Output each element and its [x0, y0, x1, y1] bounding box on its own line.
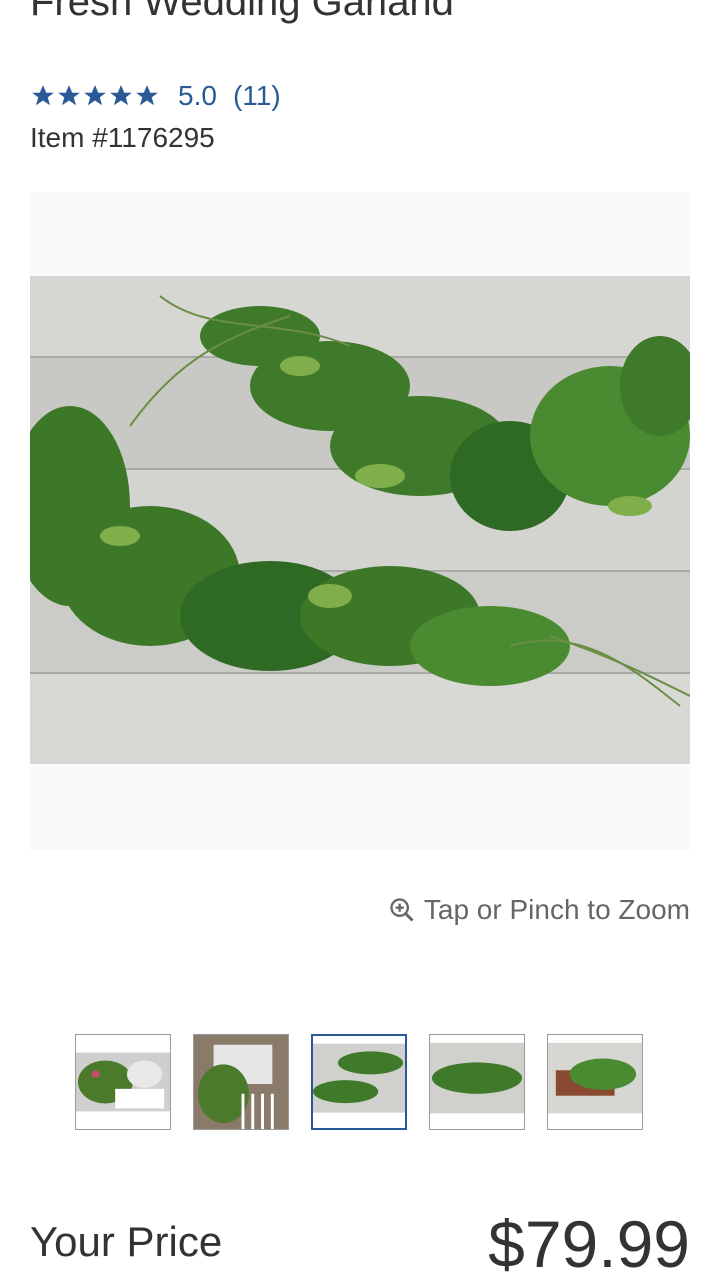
price-value: $79.99	[488, 1207, 690, 1281]
thumbnail-2[interactable]	[193, 1034, 289, 1130]
zoom-hint: Tap or Pinch to Zoom	[388, 890, 690, 930]
thumbnail-5[interactable]	[547, 1034, 643, 1130]
thumbnail-strip	[75, 1034, 643, 1130]
review-count-link[interactable]: (11)	[233, 80, 281, 112]
zoom-hint-text: Tap or Pinch to Zoom	[423, 894, 690, 925]
rating-stars	[30, 83, 160, 109]
rating-row[interactable]: 5.0 (11)	[30, 76, 281, 116]
price-label: Your Price	[30, 1218, 223, 1265]
item-number: Item #1176295	[30, 122, 215, 153]
thumbnail-image	[313, 1036, 405, 1128]
thumbnail-3[interactable]	[311, 1034, 407, 1130]
product-title: Fresh Wedding Garland	[30, 0, 454, 24]
star-icon	[58, 85, 80, 106]
thumbnail-image	[548, 1035, 642, 1129]
star-icon	[110, 85, 132, 106]
thumbnail-image	[430, 1035, 524, 1129]
star-icon	[136, 85, 158, 106]
garland-photo	[30, 276, 690, 764]
thumbnail-image	[76, 1035, 170, 1129]
star-icon	[84, 85, 106, 106]
rating-value: 5.0	[178, 80, 217, 111]
thumbnail-image	[194, 1035, 288, 1129]
star-icon	[32, 85, 54, 106]
product-main-image[interactable]	[30, 192, 690, 850]
thumbnail-1[interactable]	[75, 1034, 171, 1130]
thumbnail-4[interactable]	[429, 1034, 525, 1130]
zoom-in-icon	[390, 898, 414, 922]
